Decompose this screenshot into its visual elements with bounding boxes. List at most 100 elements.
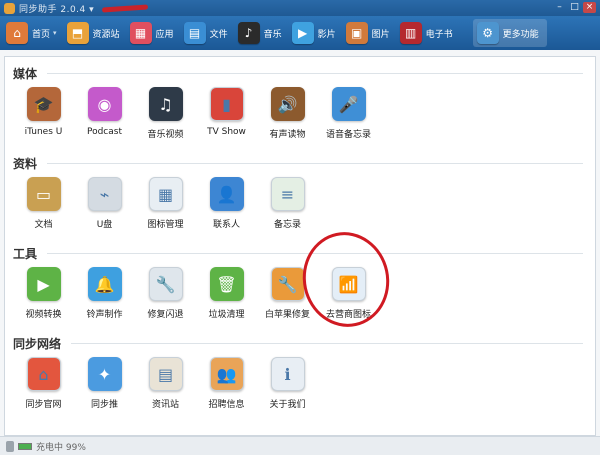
tv-show-icon: ▮ — [209, 87, 244, 121]
music-icon: ♪ — [237, 22, 260, 44]
section-title: 媒体 — [13, 66, 38, 81]
minimize-icon[interactable]: – — [553, 2, 566, 13]
tile-sync-push[interactable]: ✦ 同步推 — [74, 357, 135, 410]
trash-cleanup-icon: 🗑 — [209, 267, 244, 301]
battery-icon — [18, 442, 32, 450]
section-title: 资料 — [13, 156, 38, 171]
tile-icon-manager[interactable]: ▦ 图标管理 — [135, 177, 196, 230]
section-title: 同步网络 — [13, 336, 62, 351]
close-icon[interactable]: × — [583, 2, 596, 13]
contacts-icon: 👤 — [209, 177, 244, 211]
tile-label: 联系人 — [212, 220, 240, 230]
home-icon: ⌂ — [6, 22, 28, 44]
tile-tv-show[interactable]: ▮ TV Show — [196, 87, 257, 140]
tile-label: 语音备忘录 — [325, 130, 371, 140]
tile-usb-drive[interactable]: ⌁ U盘 — [74, 177, 135, 230]
tile-document[interactable]: ▭ 文档 — [13, 177, 74, 230]
tile-notes[interactable]: ≡ 备忘录 — [257, 177, 318, 230]
tile-label: 资讯站 — [151, 400, 179, 410]
tile-label: TV Show — [207, 127, 246, 137]
sync-push-icon: ✦ — [87, 357, 122, 391]
tile-label: 招聘信息 — [208, 400, 245, 410]
toolbar-item-label: 电子书 — [425, 29, 453, 40]
toolbar-item-label: 应用 — [155, 29, 174, 40]
about-icon: ℹ — [270, 357, 305, 391]
tile-video-convert[interactable]: ▶ 视频转换 — [13, 267, 74, 320]
tile-itunes-u[interactable]: 🎓 iTunes U — [13, 87, 74, 140]
toolbar-item-label: 音乐 — [263, 29, 282, 40]
tile-about[interactable]: ℹ 关于我们 — [257, 357, 318, 410]
tile-repair-crash[interactable]: 🔧 修复闪退 — [135, 267, 196, 320]
toolbar-item-label: 资源站 — [92, 29, 120, 40]
toolbar-item-home[interactable]: ⌂ 首页 ▾ — [6, 19, 57, 47]
section-tools: 工具 ▶ 视频转换 🔔 铃声制作 🔧 修复闪退 🗑 垃圾清理 🔧 白苹果修复 📶 去营商图标 — [13, 245, 583, 320]
tile-jobs[interactable]: 👥 招聘信息 — [196, 357, 257, 410]
store-icon: ⬒ — [66, 22, 89, 44]
feature-panel: 媒体 🎓 iTunes U ◉ Podcast ♫ 音乐视频 ▮ TV Show 🔊 有声读物 🎤 语… — [4, 56, 596, 436]
section-title: 工具 — [13, 246, 38, 261]
podcast-icon: ◉ — [87, 87, 122, 121]
apps-icon: ▦ — [129, 22, 152, 44]
toolbar-item-label: 更多功能 — [502, 29, 539, 40]
official-site-icon: ⌂ — [26, 357, 61, 391]
toolbar-item-music[interactable]: ♪ 音乐 — [237, 19, 282, 47]
tile-ringtone[interactable]: 🔔 铃声制作 — [74, 267, 135, 320]
tile-label: 铃声制作 — [86, 310, 123, 320]
section-network: 同步网络 ⌂ 同步官网 ✦ 同步推 ▤ 资讯站 👥 招聘信息 ℹ 关于我们 — [13, 335, 583, 410]
tile-podcast[interactable]: ◉ Podcast — [74, 87, 135, 140]
device-icon — [6, 440, 14, 452]
toolbar-item-label: 文件 — [209, 29, 228, 40]
maximize-icon[interactable]: □ — [568, 2, 581, 13]
tile-label: 音乐视频 — [147, 130, 184, 140]
tile-label: 图标管理 — [147, 220, 184, 230]
toolbar-item-video[interactable]: ▶ 影片 — [291, 19, 336, 47]
document-icon: ▭ — [26, 177, 61, 211]
tile-label: 关于我们 — [269, 400, 306, 410]
jobs-icon: 👥 — [209, 357, 244, 391]
tile-news[interactable]: ▤ 资讯站 — [135, 357, 196, 410]
toolbar-item-picture[interactable]: ▣ 图片 — [345, 19, 390, 47]
tile-label: iTunes U — [24, 127, 63, 137]
toolbar-item-label: 影片 — [317, 29, 336, 40]
tile-label: 同步推 — [90, 400, 118, 410]
toolbar-item-apps[interactable]: ▦ 应用 — [129, 19, 174, 47]
toolbar-item-file[interactable]: ▤ 文件 — [183, 19, 228, 47]
toolbar-item-more[interactable]: ⚙ 更多功能 — [472, 19, 547, 47]
toolbar-item-store[interactable]: ⬒ 资源站 — [66, 19, 120, 47]
tile-music-video[interactable]: ♫ 音乐视频 — [135, 87, 196, 140]
section-divider — [47, 72, 583, 74]
tile-trash-cleanup[interactable]: 🗑 垃圾清理 — [196, 267, 257, 320]
itunes-u-icon: 🎓 — [26, 87, 61, 121]
file-icon: ▤ — [183, 22, 206, 44]
chevron-down-icon[interactable]: ▾ — [53, 29, 57, 37]
window-title: 同步助手 2.0.4 ▾ — [19, 4, 95, 15]
news-icon: ▤ — [148, 357, 183, 391]
more-icon: ⚙ — [476, 22, 499, 44]
tile-label: 白苹果修复 — [264, 310, 310, 320]
tile-label: Podcast — [86, 127, 122, 137]
icon-manager-icon: ▦ — [148, 177, 183, 211]
window-controls: – □ × — [553, 2, 596, 13]
redaction-scribble — [102, 3, 149, 13]
battery-level — [19, 443, 31, 449]
picture-icon: ▣ — [345, 22, 368, 44]
section-media: 媒体 🎓 iTunes U ◉ Podcast ♫ 音乐视频 ▮ TV Show 🔊 有声读物 🎤 语… — [13, 65, 583, 140]
voice-memo-icon: 🎤 — [331, 87, 366, 121]
toolbar-item-label: 图片 — [371, 29, 390, 40]
audiobook-icon: 🔊 — [270, 87, 305, 121]
tile-audiobook[interactable]: 🔊 有声读物 — [257, 87, 318, 140]
tile-label: 同步官网 — [25, 400, 62, 410]
tile-grid: 🎓 iTunes U ◉ Podcast ♫ 音乐视频 ▮ TV Show 🔊 有声读物 🎤 语音备忘… — [13, 87, 379, 140]
tile-contacts[interactable]: 👤 联系人 — [196, 177, 257, 230]
tile-official-site[interactable]: ⌂ 同步官网 — [13, 357, 74, 410]
white-apple-fix-icon: 🔧 — [270, 267, 305, 301]
title-bar: 同步助手 2.0.4 ▾ – □ × — [0, 0, 600, 16]
tile-label: 有声读物 — [269, 130, 306, 140]
video-convert-icon: ▶ — [26, 267, 61, 301]
tile-voice-memo[interactable]: 🎤 语音备忘录 — [318, 87, 379, 140]
tile-label: 修复闪退 — [147, 310, 184, 320]
tile-grid: ▭ 文档 ⌁ U盘 ▦ 图标管理 👤 联系人 ≡ 备忘录 — [13, 177, 318, 230]
section-divider — [71, 342, 583, 344]
toolbar-item-ebook[interactable]: ▥ 电子书 — [399, 19, 453, 47]
ringtone-icon: 🔔 — [87, 267, 122, 301]
